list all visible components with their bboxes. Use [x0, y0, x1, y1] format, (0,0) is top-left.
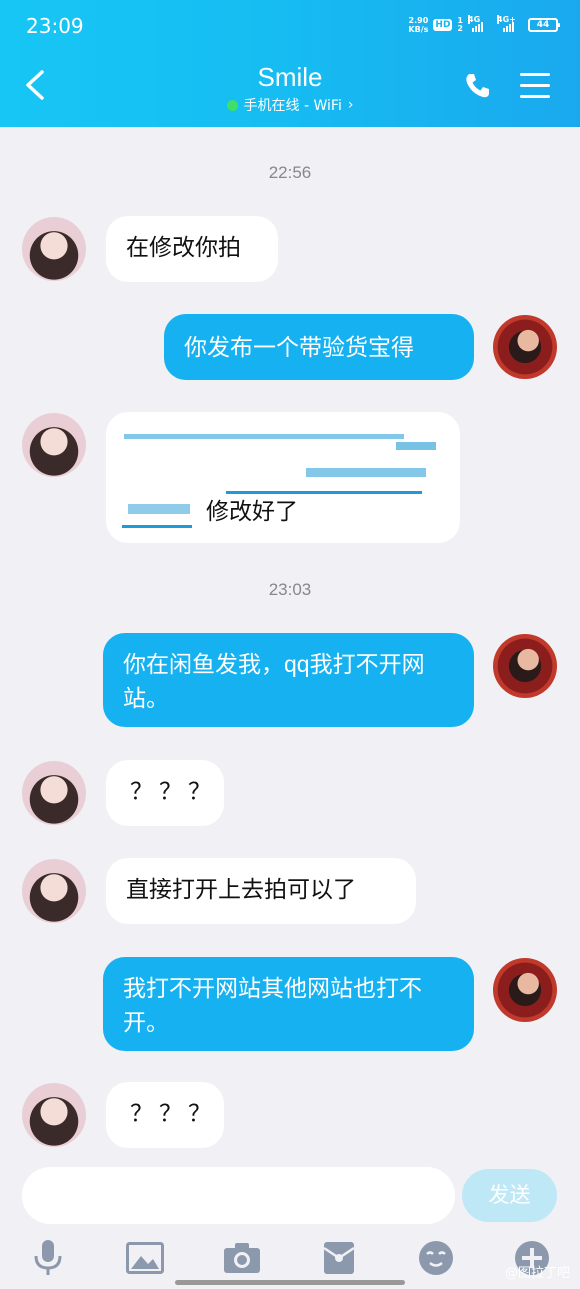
signal-icon: 4G: [468, 15, 492, 32]
online-dot-icon: [226, 99, 238, 111]
avatar[interactable]: [22, 413, 86, 477]
message-text: 修改好了: [206, 499, 298, 525]
message-bubble-out[interactable]: 你发布一个带验货宝得: [164, 314, 474, 380]
phone-icon[interactable]: [462, 71, 492, 101]
send-button[interactable]: 发送: [462, 1169, 557, 1222]
online-status[interactable]: 手机在线 - WiFi ›: [0, 95, 580, 115]
censor-underline: [122, 525, 192, 528]
avatar[interactable]: [22, 1083, 86, 1147]
signal-icon: 4G+: [497, 15, 523, 32]
mic-icon[interactable]: [26, 1236, 70, 1280]
message-bubble-in[interactable]: ？？？: [106, 1082, 224, 1148]
avatar[interactable]: [493, 958, 557, 1022]
red-packet-icon[interactable]: [317, 1236, 361, 1280]
censor-scribble: [306, 468, 426, 477]
avatar[interactable]: [493, 315, 557, 379]
message-bubble-in[interactable]: 修改好了: [106, 412, 460, 543]
chat-title[interactable]: Smile: [0, 62, 580, 93]
censor-scribble: [124, 434, 404, 439]
censor-scribble: [396, 442, 436, 450]
home-indicator[interactable]: [175, 1280, 405, 1285]
status-icons: 2.90 KB/s HD 12 4G 4G+ 44: [408, 15, 560, 34]
emoji-icon[interactable]: [414, 1236, 458, 1280]
avatar[interactable]: [22, 859, 86, 923]
censor-scribble: [128, 504, 190, 514]
chevron-right-icon: ›: [347, 97, 354, 113]
status-time: 23:09: [26, 14, 84, 38]
watermark: @图拉丁吧: [504, 1266, 570, 1281]
chat-header: 23:09 2.90 KB/s HD 12 4G 4G+ 44 Smile 手机…: [0, 0, 580, 127]
timestamp: 23:03: [268, 580, 312, 599]
avatar[interactable]: [22, 217, 86, 281]
hd-icon: HD: [433, 19, 453, 31]
camera-icon[interactable]: [220, 1236, 264, 1280]
message-bubble-in[interactable]: 直接打开上去拍可以了: [106, 858, 416, 924]
message-bubble-in[interactable]: 在修改你拍: [106, 216, 278, 282]
image-icon[interactable]: [123, 1236, 167, 1280]
avatar[interactable]: [22, 761, 86, 825]
sim-slots: 12: [457, 16, 463, 33]
menu-icon[interactable]: [520, 73, 550, 99]
message-input[interactable]: [22, 1167, 455, 1224]
censor-underline: [226, 491, 422, 494]
message-bubble-in[interactable]: ？？？: [106, 760, 224, 826]
timestamp: 22:56: [268, 163, 312, 182]
message-bubble-out[interactable]: 你在闲鱼发我，qq我打不开网站。: [103, 633, 474, 727]
message-bubble-out[interactable]: 我打不开网站其他网站也打不开。: [103, 957, 474, 1051]
network-speed: 2.90 KB/s: [408, 16, 429, 34]
battery-icon: 44: [528, 18, 560, 32]
avatar[interactable]: [493, 634, 557, 698]
